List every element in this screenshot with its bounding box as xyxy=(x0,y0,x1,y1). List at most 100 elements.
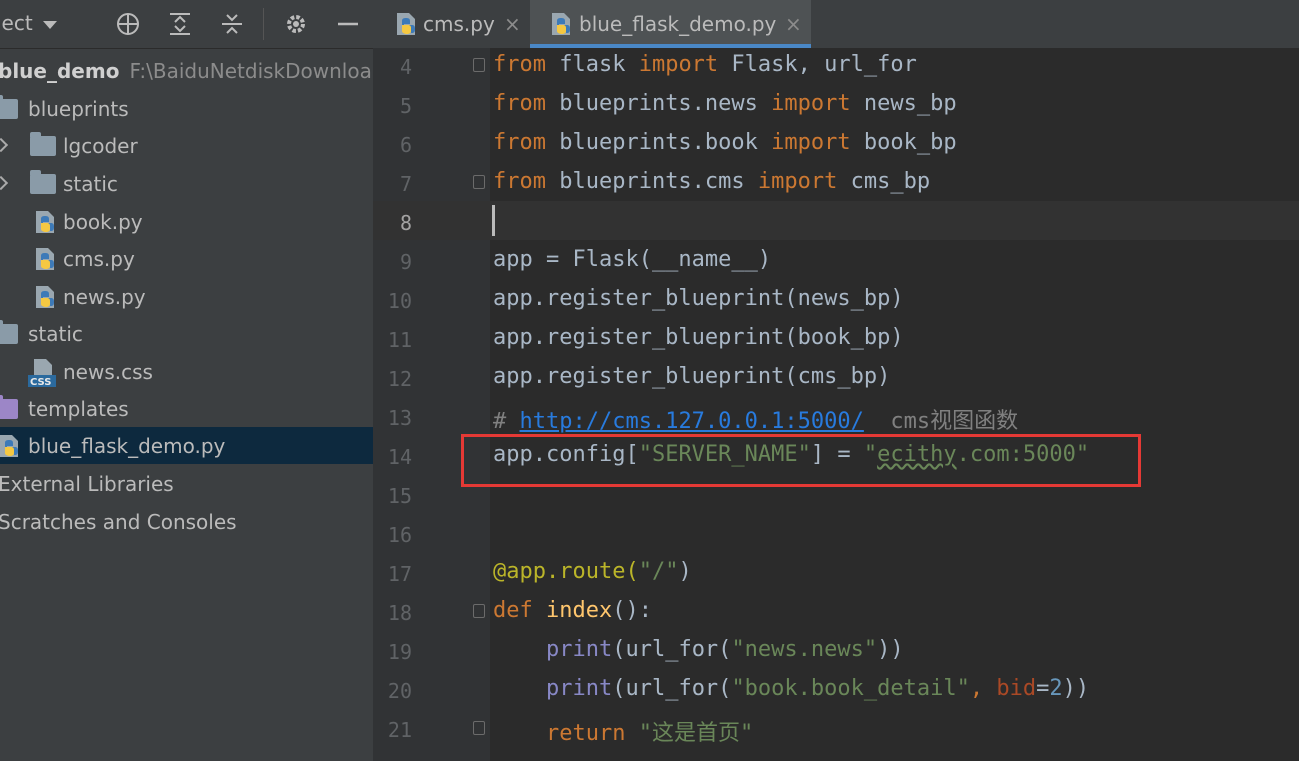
tree-label: blue_flask_demo.py xyxy=(28,434,226,458)
code-line-10[interactable]: app.register_blueprint(news_bp) xyxy=(493,286,904,311)
code-text: (url_for( xyxy=(612,676,732,701)
code-line-19[interactable]: print(url_for("news.news")) xyxy=(493,637,904,662)
tree-item-blueprints[interactable]: blueprints xyxy=(0,90,373,127)
text-cursor xyxy=(492,205,495,236)
code-line-11[interactable]: app.register_blueprint(book_bp) xyxy=(493,325,904,350)
tree-item-templates[interactable]: templates xyxy=(0,390,373,427)
tree-item-blue-flask-demo[interactable]: blue_flask_demo.py xyxy=(0,427,373,464)
fold-marker-icon[interactable] xyxy=(473,175,485,189)
project-view-label: ject xyxy=(0,11,33,35)
crosshair-icon[interactable] xyxy=(116,12,140,36)
punct: , xyxy=(969,676,997,701)
tree-item-root[interactable]: blue_demo F:\BaiduNetdiskDownloac xyxy=(0,52,373,89)
close-icon[interactable]: × xyxy=(785,12,802,36)
project-view-selector[interactable]: ject xyxy=(0,11,57,35)
code-text: )) xyxy=(1062,676,1090,701)
chevron-right-icon[interactable] xyxy=(0,137,9,153)
tab-label: cms.py xyxy=(423,12,495,36)
tree-label: templates xyxy=(28,397,129,421)
code-line-12[interactable]: app.register_blueprint(cms_bp) xyxy=(493,364,890,389)
tree-item-static-root[interactable]: static xyxy=(0,315,373,352)
tree-item-scratches[interactable]: Scratches and Consoles xyxy=(0,503,373,540)
css-file-icon: CSS xyxy=(28,359,56,387)
string: "book.book_detail" xyxy=(731,676,970,701)
highlight-box xyxy=(461,434,1141,487)
line-number: 10 xyxy=(387,289,412,313)
code-text: blueprints.book xyxy=(545,130,772,155)
decorator: @app.route( xyxy=(493,559,639,584)
line-number: 15 xyxy=(387,484,412,508)
keyword: from xyxy=(493,91,546,116)
keyword: import xyxy=(771,91,851,116)
tree-label: blueprints xyxy=(28,97,129,121)
code-line-7[interactable]: from blueprints.cms import cms_bp xyxy=(493,169,930,194)
tree-item-book-py[interactable]: book.py xyxy=(0,203,373,240)
string: "news.news" xyxy=(731,637,878,662)
tree-item-news-css[interactable]: CSS news.css xyxy=(0,353,373,390)
code-line-5[interactable]: from blueprints.news import news_bp xyxy=(493,91,957,116)
folder-icon xyxy=(30,132,56,156)
line-number: 11 xyxy=(387,328,412,352)
tree-item-external-libraries[interactable]: External Libraries xyxy=(0,465,373,502)
fold-marker-icon[interactable] xyxy=(473,721,485,735)
code-line-4[interactable]: from flask import Flask, url_for xyxy=(493,52,917,77)
line-number: 5 xyxy=(399,94,412,118)
code-text: )) xyxy=(877,637,904,662)
tab-label: blue_flask_demo.py xyxy=(579,12,777,36)
line-number: 4 xyxy=(399,55,412,79)
folder-icon xyxy=(0,320,18,344)
close-icon[interactable]: × xyxy=(504,12,521,36)
tree-item-cms-py[interactable]: cms.py xyxy=(0,240,373,277)
number: 2 xyxy=(1049,676,1063,701)
tree-label: static xyxy=(63,172,118,196)
tree-label: static xyxy=(28,322,83,346)
comment-link: http://cms.127.0.0.1:5000/ xyxy=(519,409,864,434)
code-line-9[interactable]: app = Flask(__name__) xyxy=(493,247,771,272)
keyword: import xyxy=(771,130,851,155)
code-line-20[interactable]: print(url_for("book.book_detail", bid=2)… xyxy=(493,676,1089,701)
code-text: app.register_blueprint(news_bp) xyxy=(493,286,904,311)
tab-blue-flask-demo[interactable]: blue_flask_demo.py × xyxy=(530,0,811,48)
builtin: print xyxy=(545,676,613,701)
keyword: return xyxy=(545,721,626,746)
toolbar-separator xyxy=(263,8,264,40)
project-panel: ject blue_demoF:\BaiduNetd xyxy=(0,0,373,761)
fold-marker-icon[interactable] xyxy=(473,604,485,618)
tree-item-static[interactable]: static xyxy=(0,165,373,202)
css-badge: CSS xyxy=(30,377,51,387)
line-number: 21 xyxy=(387,718,412,742)
fold-marker-icon[interactable] xyxy=(473,58,485,72)
code-line-21[interactable]: return "这是首页" xyxy=(493,715,753,747)
python-file-icon xyxy=(36,286,54,308)
gear-icon[interactable] xyxy=(284,12,308,36)
keyword: import xyxy=(638,52,719,77)
tree-item-lgcoder[interactable]: lgcoder xyxy=(0,127,373,164)
code-text: (): xyxy=(612,598,652,623)
tree-label: cms.py xyxy=(63,247,135,271)
keyword: from xyxy=(493,52,546,77)
code-text: blueprints.cms xyxy=(545,169,758,194)
tab-cms-py[interactable]: cms.py × xyxy=(373,0,525,48)
collapse-all-icon[interactable] xyxy=(220,12,244,36)
function-name: index xyxy=(546,598,613,623)
minimize-icon[interactable] xyxy=(336,12,360,36)
chevron-down-icon[interactable] xyxy=(42,20,57,29)
line-number-current: 8 xyxy=(399,211,412,235)
tree-item-news-py[interactable]: news.py xyxy=(0,278,373,315)
code-line-17[interactable]: @app.route("/") xyxy=(493,559,692,584)
code-text: blueprints.news xyxy=(545,91,772,116)
code-text: app = Flask(__name__) xyxy=(493,247,772,272)
code-line-18[interactable]: def index(): xyxy=(493,598,652,623)
keyword: import xyxy=(757,169,838,194)
line-number: 16 xyxy=(387,523,412,547)
expand-all-icon[interactable] xyxy=(168,12,192,36)
keyword: from xyxy=(493,169,546,194)
line-number: 7 xyxy=(399,172,412,196)
code-line-13[interactable]: # http://cms.127.0.0.1:5000/ cms视图函数 xyxy=(493,403,1018,435)
line-number: 17 xyxy=(387,562,412,586)
chevron-right-icon[interactable] xyxy=(0,175,9,191)
code-line-6[interactable]: from blueprints.book import book_bp xyxy=(493,130,957,155)
